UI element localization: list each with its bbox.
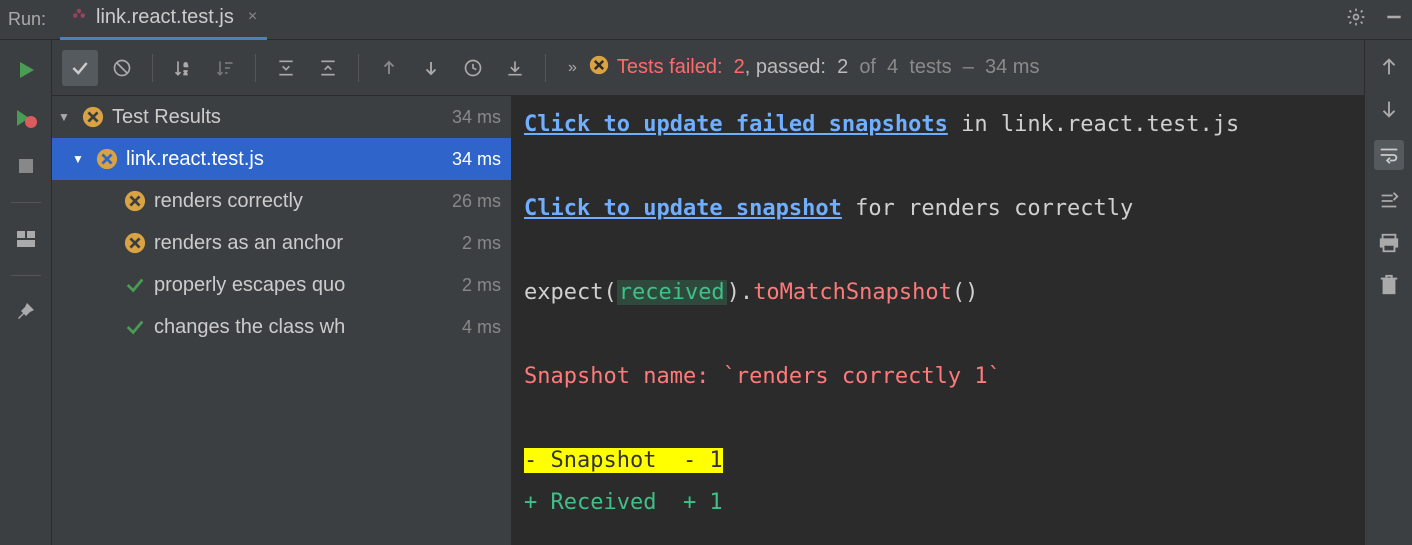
test-output-console[interactable]: Click to update failed snapshots in link… [512,96,1364,545]
update-snapshot-link[interactable]: Click to update snapshot [524,196,842,221]
prev-failed-button[interactable] [371,50,407,86]
next-failed-button[interactable] [413,50,449,86]
fail-icon [96,148,118,170]
tree-test-row[interactable]: renders correctly 26 ms [52,180,511,222]
tree-root-label: Test Results [112,106,444,129]
tree-root-time: 34 ms [452,107,501,128]
tests-word: tests [909,56,951,78]
tree-test-row[interactable]: renders as an anchor 2 ms [52,222,511,264]
diff-plus-line: + Received + 1 [524,490,723,515]
pin-icon[interactable] [14,300,38,324]
tree-test-row[interactable]: changes the class wh 4 ms [52,306,511,348]
test-time: 2 ms [462,233,501,254]
passed-count: 2 [837,56,848,78]
right-rail [1364,40,1412,545]
soft-wrap-icon[interactable] [1374,140,1404,170]
received-token: received [617,280,727,305]
trash-icon[interactable] [1378,274,1400,296]
show-ignored-button[interactable] [104,50,140,86]
collapse-all-button[interactable] [310,50,346,86]
svg-text:z: z [184,69,187,76]
chevron-down-icon[interactable]: ▼ [58,110,74,124]
test-time: 2 ms [462,275,501,296]
stop-icon[interactable] [14,154,38,178]
scroll-up-icon[interactable] [1378,56,1400,78]
total-duration: 34 ms [985,56,1039,78]
failed-label: Tests failed: [617,56,723,78]
total-count: 4 [887,56,898,78]
fail-icon [82,106,104,128]
tree-file-label: link.react.test.js [126,148,444,171]
test-tree: ▼ Test Results 34 ms ▼ link.react.test.j… [52,96,512,545]
scroll-down-icon[interactable] [1378,98,1400,120]
test-label: changes the class wh [154,316,454,339]
gear-icon[interactable] [1346,7,1366,32]
test-label: renders as an anchor [154,232,454,255]
tree-file-time: 34 ms [452,149,501,170]
run-config-tab[interactable]: link.react.test.js × [60,0,267,40]
history-button[interactable] [455,50,491,86]
run-icon[interactable] [14,58,38,82]
failed-count: 2 [734,56,745,78]
chevron-down-icon[interactable]: ▼ [72,152,88,166]
titlebar: Run: link.react.test.js × [0,0,1412,40]
diff-minus-line: - Snapshot - 1 [524,448,723,473]
test-label: renders correctly [154,190,444,213]
tab-title: link.react.test.js [96,6,234,29]
fail-icon [124,232,146,254]
test-status-summary: Tests failed: 2, passed: 2 of 4 tests – … [589,55,1040,81]
pass-icon [124,316,146,338]
tree-test-row[interactable]: properly escapes quo 2 ms [52,264,511,306]
import-button[interactable] [497,50,533,86]
tree-root[interactable]: ▼ Test Results 34 ms [52,96,511,138]
overflow-chevron[interactable]: » [568,59,577,77]
scroll-to-end-icon[interactable] [1378,190,1400,212]
left-rail [0,40,52,545]
rerun-failed-icon[interactable] [14,106,38,130]
passed-label: , passed: [745,56,826,78]
in-file-text: in link.react.test.js [948,112,1239,137]
show-passed-button[interactable] [62,50,98,86]
sort-button[interactable]: az [165,50,201,86]
svg-text:a: a [184,61,188,68]
pass-icon [124,274,146,296]
test-time: 4 ms [462,317,501,338]
fail-icon [124,190,146,212]
jest-icon [70,5,88,29]
run-label: Run: [8,9,46,30]
test-time: 26 ms [452,191,501,212]
expand-all-button[interactable] [268,50,304,86]
tree-file-row[interactable]: ▼ link.react.test.js 34 ms [52,138,511,180]
method-name: toMatchSnapshot [753,280,952,305]
minimize-icon[interactable] [1384,7,1404,32]
print-icon[interactable] [1378,232,1400,254]
layout-icon[interactable] [14,227,38,251]
snapshot-name: `renders correctly 1` [723,364,1001,389]
sort-duration-button[interactable] [207,50,243,86]
for-test-text: for renders correctly [842,196,1133,221]
test-toolbar: az » Tests failed: 2, passed: 2 of 4 [52,40,1364,96]
fail-status-icon [589,55,609,81]
test-label: properly escapes quo [154,274,454,297]
total-of: of [859,56,876,78]
close-icon[interactable]: × [248,8,257,26]
update-all-snapshots-link[interactable]: Click to update failed snapshots [524,112,948,137]
